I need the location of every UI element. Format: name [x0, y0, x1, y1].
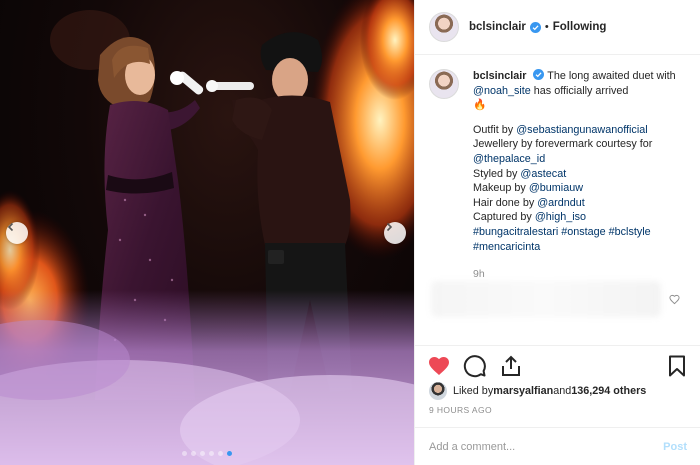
following-button[interactable]: Following — [553, 21, 607, 33]
caption: bclsinclair The long awaited duet with @… — [429, 69, 687, 254]
caption-time: 9h — [473, 268, 485, 281]
stage-photo-illustration — [0, 0, 414, 465]
post-header: bclsinclair • Following — [415, 0, 700, 55]
hashtag-links[interactable]: #bungacitralestari #onstage #bclstyle — [473, 225, 687, 240]
post-timestamp[interactable]: 9 HOURS AGO — [429, 405, 492, 415]
caption-line: Jewellery by forevermark courtesy for — [473, 138, 653, 151]
next-photo-button[interactable] — [384, 222, 406, 244]
avatar[interactable] — [429, 382, 447, 400]
avatar[interactable] — [429, 12, 459, 42]
bookmark-icon[interactable] — [665, 354, 689, 378]
mention-link[interactable]: @high_iso — [535, 211, 586, 223]
caption-line: Outfit by — [473, 123, 517, 136]
carousel-indicator — [182, 451, 232, 456]
mention-link[interactable]: @sebastiangunawanofficial — [516, 124, 647, 136]
fire-emoji: 🔥 — [473, 99, 487, 112]
caption-line: Makeup by — [473, 182, 529, 195]
separator: • — [544, 21, 549, 33]
caption-line: Styled by — [473, 167, 521, 180]
username-link[interactable]: bclsinclair — [469, 21, 526, 33]
post-comment-button[interactable]: Post — [663, 441, 687, 453]
post-actions — [415, 345, 700, 385]
verified-badge-icon — [529, 21, 541, 33]
add-comment-bar: Post — [415, 427, 700, 465]
share-icon[interactable] — [499, 354, 523, 378]
caption-text: bclsinclair The long awaited duet with @… — [473, 69, 687, 254]
mention-link[interactable]: @thepalace_id — [473, 153, 545, 165]
verified-badge-icon — [533, 69, 545, 80]
comment-input[interactable] — [429, 440, 664, 453]
loading-comment-placeholder — [431, 281, 661, 317]
carousel-dot — [200, 451, 205, 456]
mention-link[interactable]: @astecat — [520, 168, 566, 180]
caption-username[interactable]: bclsinclair — [473, 70, 526, 82]
carousel-dot — [227, 451, 232, 456]
carousel-dot — [218, 451, 223, 456]
likes-count-link[interactable]: 136,294 others — [571, 385, 646, 397]
caption-line: has officially arrived — [530, 84, 629, 97]
carousel-dot — [182, 451, 187, 456]
caption-line: Hair done by — [473, 196, 538, 209]
chevron-right-icon — [386, 222, 393, 232]
mention-link[interactable]: @bumiauw — [529, 182, 583, 194]
post-photo[interactable] — [0, 0, 414, 465]
avatar[interactable] — [429, 69, 459, 99]
comments-section: bclsinclair The long awaited duet with @… — [415, 55, 700, 345]
liked-by-user-link[interactable]: marsyalfian — [493, 385, 553, 397]
mention-link[interactable]: @noah_site — [473, 85, 531, 97]
caption-line: The long awaited duet with — [547, 70, 676, 82]
hashtag-links[interactable]: #mencaricinta — [473, 240, 687, 255]
liked-by-and: and — [553, 385, 572, 397]
heart-icon[interactable] — [427, 354, 451, 378]
carousel-dot — [209, 451, 214, 456]
likes-summary: Liked by marsyalfian and 136,294 others — [429, 382, 646, 400]
comment-icon[interactable] — [463, 354, 487, 378]
post-details-panel: bclsinclair • Following bclsinclair The … — [414, 0, 700, 465]
chevron-left-icon — [7, 222, 14, 232]
heart-icon[interactable] — [669, 294, 680, 305]
mention-link[interactable]: @ardndut — [537, 197, 585, 209]
caption-line: Captured by — [473, 211, 535, 224]
liked-by-label: Liked by — [453, 385, 494, 397]
previous-photo-button[interactable] — [6, 222, 28, 244]
carousel-dot — [191, 451, 196, 456]
